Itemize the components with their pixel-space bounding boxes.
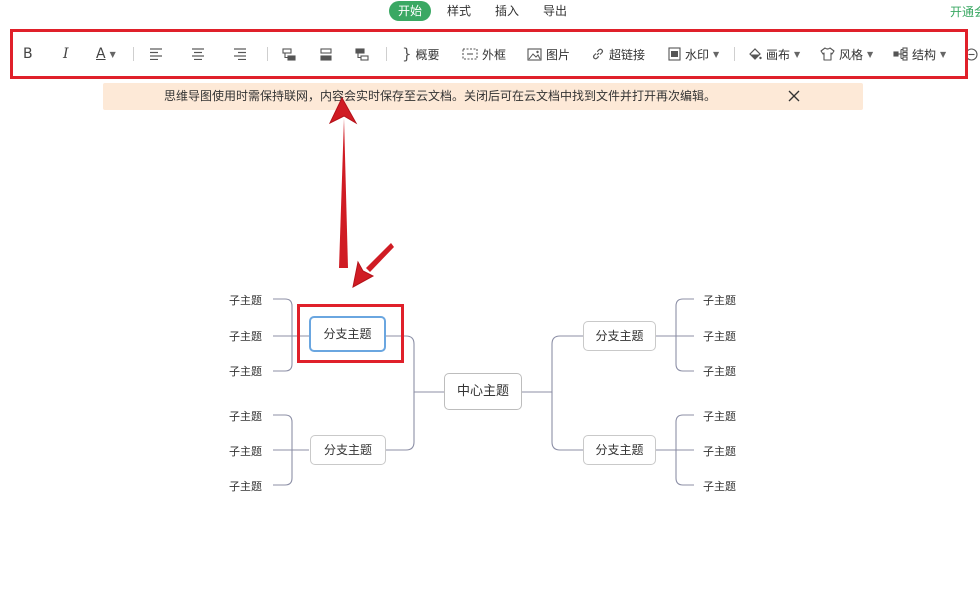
- mindmap-canvas: 中心主题 分支主题 分支主题 分支主题 分支主题 子主题 子主题 子主题 子主题…: [0, 0, 980, 603]
- subtopic-node[interactable]: 子主题: [703, 328, 736, 344]
- subtopic-node[interactable]: 子主题: [229, 328, 262, 344]
- branch-topic-node[interactable]: 分支主题: [583, 321, 656, 351]
- subtopic-node[interactable]: 子主题: [703, 363, 736, 379]
- subtopic-node[interactable]: 子主题: [703, 443, 736, 459]
- subtopic-node[interactable]: 子主题: [229, 443, 262, 459]
- branch-topic-node[interactable]: 分支主题: [309, 316, 386, 352]
- subtopic-node[interactable]: 子主题: [703, 292, 736, 308]
- subtopic-node[interactable]: 子主题: [703, 408, 736, 424]
- subtopic-node[interactable]: 子主题: [229, 408, 262, 424]
- subtopic-node[interactable]: 子主题: [703, 478, 736, 494]
- central-topic-node[interactable]: 中心主题: [444, 373, 522, 410]
- subtopic-node[interactable]: 子主题: [229, 478, 262, 494]
- connector-lines: [273, 298, 694, 486]
- branch-topic-node[interactable]: 分支主题: [310, 435, 386, 465]
- branch-topic-node[interactable]: 分支主题: [583, 435, 656, 465]
- subtopic-node[interactable]: 子主题: [229, 292, 262, 308]
- subtopic-node[interactable]: 子主题: [229, 363, 262, 379]
